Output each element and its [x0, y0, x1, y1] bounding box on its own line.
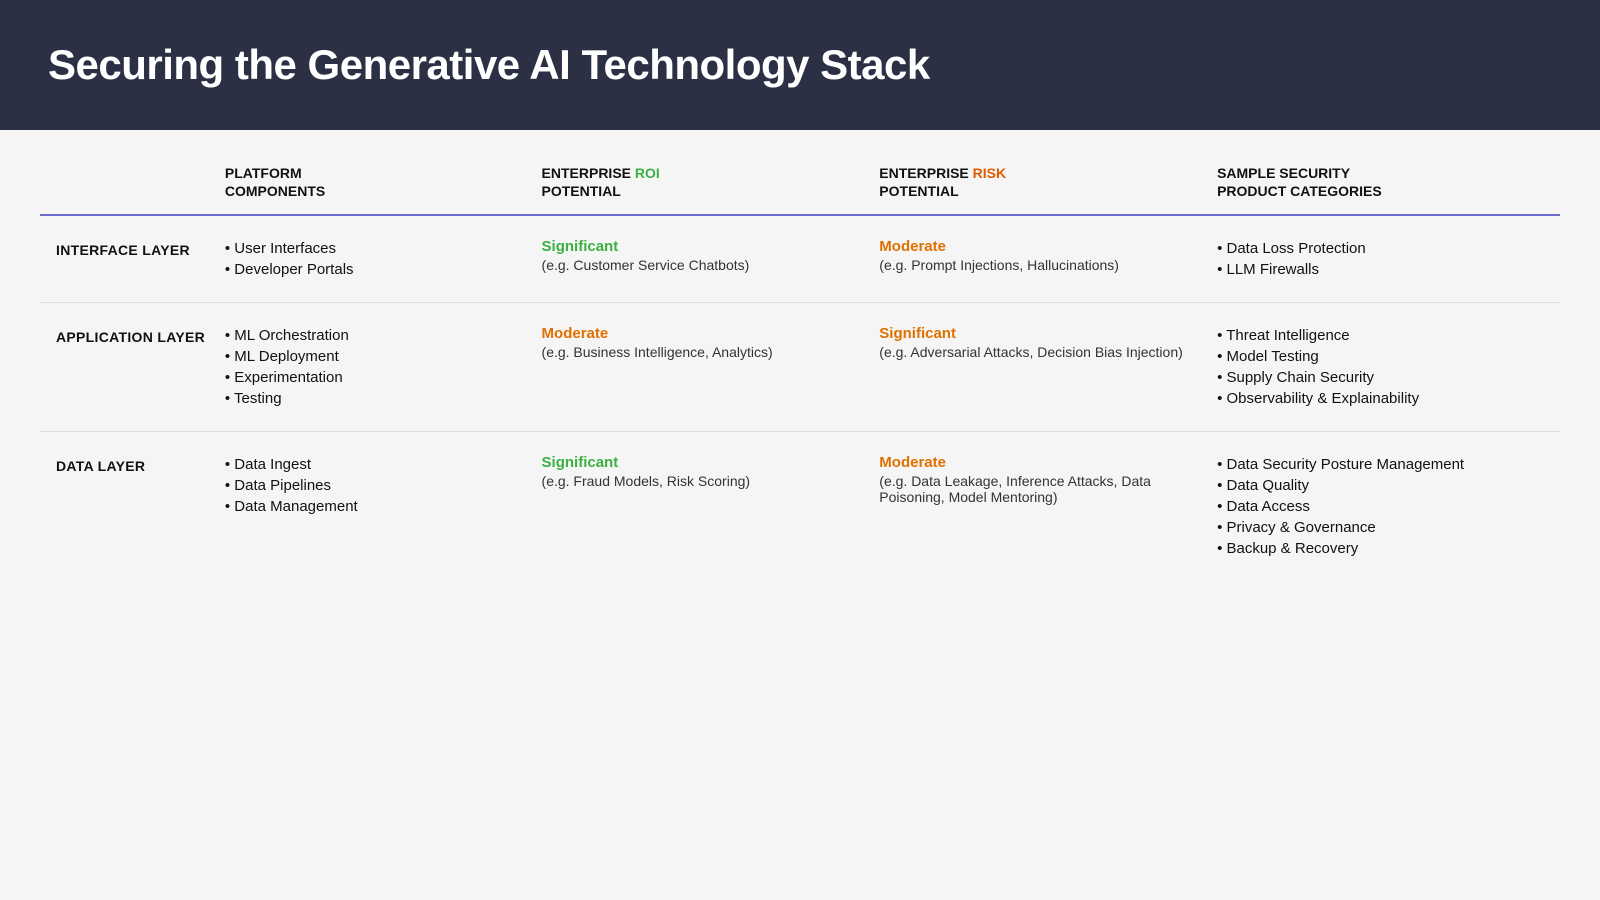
- list-item: Developer Portals: [225, 259, 510, 280]
- risk-detail: (e.g. Data Leakage, Inference Attacks, D…: [879, 473, 1185, 505]
- list-item: Data Access: [1217, 496, 1544, 517]
- list-item: Data Quality: [1217, 475, 1544, 496]
- col-header-roi: ENTERPRISE ROIPOTENTIAL: [526, 150, 864, 215]
- list-item: Supply Chain Security: [1217, 367, 1544, 388]
- platform-cell: ML OrchestrationML DeploymentExperimenta…: [209, 303, 526, 432]
- list-item: Privacy & Governance: [1217, 517, 1544, 538]
- risk-level: Significant: [879, 325, 1185, 342]
- roi-cell: Significant (e.g. Fraud Models, Risk Scor…: [526, 432, 864, 582]
- list-item: Experimentation: [225, 367, 510, 388]
- col-header-layer: [40, 150, 209, 215]
- roi-detail: (e.g. Fraud Models, Risk Scoring): [542, 473, 848, 489]
- roi-level: Moderate: [542, 325, 848, 342]
- layer-label-cell: INTERFACE LAYER: [40, 215, 209, 303]
- roi-detail: (e.g. Customer Service Chatbots): [542, 257, 848, 273]
- roi-level: Significant: [542, 238, 848, 255]
- table-row: APPLICATION LAYERML OrchestrationML Depl…: [40, 303, 1560, 432]
- roi-cell: Moderate (e.g. Business Intelligence, Ana…: [526, 303, 864, 432]
- platform-cell: User InterfacesDeveloper Portals: [209, 215, 526, 303]
- page-header: Securing the Generative AI Technology St…: [0, 0, 1600, 130]
- table-row: DATA LAYERData IngestData PipelinesData …: [40, 432, 1560, 582]
- list-item: User Interfaces: [225, 238, 510, 259]
- layer-label-cell: APPLICATION LAYER: [40, 303, 209, 432]
- list-item: Data Loss Protection: [1217, 238, 1544, 259]
- list-item: Model Testing: [1217, 346, 1544, 367]
- list-item: Threat Intelligence: [1217, 325, 1544, 346]
- main-content: PLATFORM COMPONENTS ENTERPRISE ROIPOTENT…: [0, 130, 1600, 900]
- list-item: Testing: [225, 388, 510, 409]
- page-title: Securing the Generative AI Technology St…: [48, 41, 930, 89]
- roi-cell: Significant (e.g. Customer Service Chatbo…: [526, 215, 864, 303]
- risk-cell: Moderate (e.g. Data Leakage, Inference At…: [863, 432, 1201, 582]
- roi-detail: (e.g. Business Intelligence, Analytics): [542, 344, 848, 360]
- risk-detail: (e.g. Prompt Injections, Hallucinations): [879, 257, 1185, 273]
- risk-level: Moderate: [879, 238, 1185, 255]
- risk-cell: Significant (e.g. Adversarial Attacks, De…: [863, 303, 1201, 432]
- table-header-row: PLATFORM COMPONENTS ENTERPRISE ROIPOTENT…: [40, 150, 1560, 215]
- table-row: INTERFACE LAYERUser InterfacesDeveloper …: [40, 215, 1560, 303]
- list-item: Data Management: [225, 496, 510, 517]
- platform-cell: Data IngestData PipelinesData Management: [209, 432, 526, 582]
- list-item: Data Ingest: [225, 454, 510, 475]
- security-cell: Data Security Posture ManagementData Qua…: [1201, 432, 1560, 582]
- security-cell: Threat IntelligenceModel TestingSupply C…: [1201, 303, 1560, 432]
- list-item: Data Pipelines: [225, 475, 510, 496]
- list-item: Backup & Recovery: [1217, 538, 1544, 559]
- list-item: ML Orchestration: [225, 325, 510, 346]
- list-item: ML Deployment: [225, 346, 510, 367]
- risk-level: Moderate: [879, 454, 1185, 471]
- roi-level: Significant: [542, 454, 848, 471]
- main-table: PLATFORM COMPONENTS ENTERPRISE ROIPOTENT…: [40, 150, 1560, 581]
- col-header-platform: PLATFORM COMPONENTS: [209, 150, 526, 215]
- col-header-security: SAMPLE SECURITY PRODUCT CATEGORIES: [1201, 150, 1560, 215]
- list-item: Data Security Posture Management: [1217, 454, 1544, 475]
- risk-detail: (e.g. Adversarial Attacks, Decision Bias…: [879, 344, 1185, 360]
- list-item: LLM Firewalls: [1217, 259, 1544, 280]
- layer-label-cell: DATA LAYER: [40, 432, 209, 582]
- security-cell: Data Loss ProtectionLLM Firewalls: [1201, 215, 1560, 303]
- risk-cell: Moderate (e.g. Prompt Injections, Halluci…: [863, 215, 1201, 303]
- col-header-risk: ENTERPRISE RISKPOTENTIAL: [863, 150, 1201, 215]
- list-item: Observability & Explainability: [1217, 388, 1544, 409]
